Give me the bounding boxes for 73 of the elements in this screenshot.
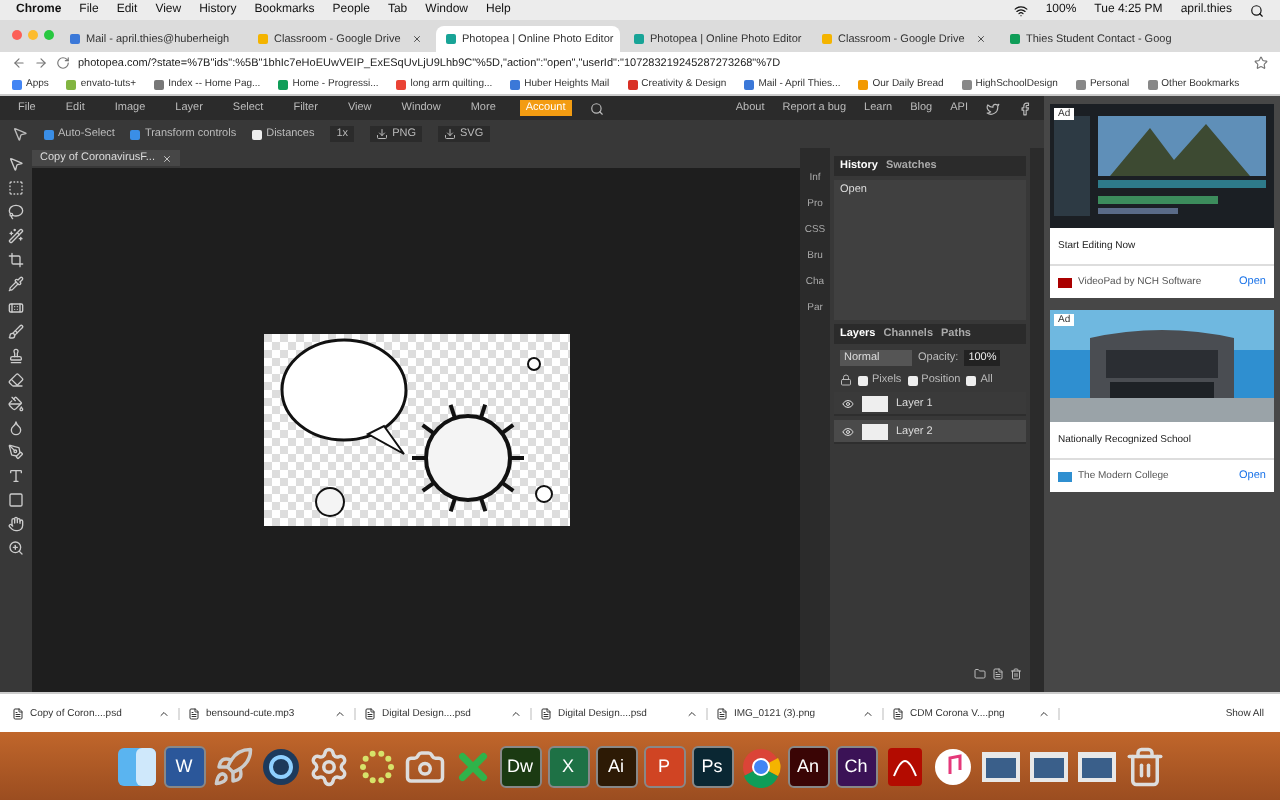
download-icon[interactable] [376, 128, 389, 140]
lasso-tool-icon[interactable] [8, 204, 24, 220]
app-tile[interactable]: An [787, 745, 829, 787]
app-tile[interactable]: Ch [835, 745, 877, 787]
checkbox[interactable] [252, 129, 263, 139]
folder-icon[interactable] [974, 668, 986, 680]
hand-tool-icon[interactable] [8, 516, 24, 532]
checkbox[interactable] [44, 129, 54, 139]
file-icon[interactable] [892, 707, 904, 719]
checkbox[interactable] [858, 375, 868, 385]
dot-ring-icon[interactable] [355, 745, 397, 787]
gear-icon[interactable] [307, 745, 349, 787]
forward-icon[interactable] [34, 56, 48, 70]
reload-icon[interactable] [56, 56, 70, 70]
advertiser-logo [1058, 277, 1072, 287]
rocket-icon[interactable] [211, 745, 253, 787]
caret-icon[interactable] [158, 707, 170, 719]
file-icon[interactable] [188, 707, 200, 719]
star-icon[interactable] [1254, 56, 1268, 70]
caret-icon[interactable] [334, 707, 346, 719]
zoom-tool-icon[interactable] [8, 540, 24, 556]
advertiser-logo [1058, 471, 1072, 481]
layer-thumbnail [862, 395, 888, 411]
drop-tool-icon[interactable] [8, 420, 24, 436]
bandage-tool-icon[interactable] [8, 300, 24, 316]
camera-icon[interactable] [403, 745, 445, 787]
search-icon[interactable] [589, 101, 604, 115]
brush-tool-icon[interactable] [8, 324, 24, 340]
music-note-icon[interactable] [931, 745, 973, 787]
document-swirl-icon[interactable] [883, 745, 925, 787]
eye-icon[interactable] [842, 397, 854, 409]
checkbox[interactable] [907, 375, 918, 385]
file-icon[interactable] [12, 707, 24, 719]
trash-icon[interactable] [1010, 668, 1022, 680]
eyedropper-tool-icon[interactable] [8, 276, 24, 292]
app-tile[interactable]: W [163, 745, 205, 787]
app-tile[interactable]: Dw [499, 745, 541, 787]
eye-icon[interactable] [842, 425, 854, 437]
checkbox[interactable] [966, 375, 977, 385]
ring-icon[interactable] [259, 745, 301, 787]
app-tile[interactable]: Ps [691, 745, 733, 787]
marquee-tool-icon[interactable] [8, 180, 24, 196]
caret-icon[interactable] [510, 707, 522, 719]
f-logo-icon[interactable] [1018, 101, 1032, 115]
lock-icon [840, 374, 852, 386]
bird-icon[interactable] [986, 101, 1000, 115]
type-tool-icon[interactable] [8, 468, 24, 484]
file-icon[interactable] [364, 707, 376, 719]
checkbox[interactable] [130, 129, 141, 139]
trash-icon[interactable] [1123, 745, 1165, 787]
back-icon[interactable] [12, 56, 26, 70]
crop-tool-icon[interactable] [8, 252, 24, 268]
wifi-icon[interactable] [1013, 3, 1028, 17]
download-icon[interactable] [443, 128, 456, 140]
wand-tool-icon[interactable] [8, 228, 24, 244]
file-icon[interactable] [540, 707, 552, 719]
layer-thumbnail [862, 423, 888, 439]
app-tile[interactable]: Ai [595, 745, 637, 787]
search-icon[interactable] [1250, 3, 1264, 17]
caret-icon[interactable] [1038, 707, 1050, 719]
bucket-tool-icon[interactable] [8, 396, 24, 412]
file-icon[interactable] [716, 707, 728, 719]
eraser-tool-icon[interactable] [8, 372, 24, 388]
page-icon[interactable] [992, 668, 1004, 680]
app-tile[interactable]: X [547, 745, 589, 787]
tricolor-circle-icon[interactable] [739, 745, 781, 787]
caret-icon[interactable] [686, 707, 698, 719]
pen-tool-icon[interactable] [8, 444, 24, 460]
stamp-tool-icon[interactable] [8, 348, 24, 364]
split-face-icon[interactable] [115, 745, 157, 787]
rectangle-tool-icon[interactable] [8, 492, 24, 508]
caret-icon[interactable] [862, 707, 874, 719]
app-tile[interactable]: P [643, 745, 685, 787]
